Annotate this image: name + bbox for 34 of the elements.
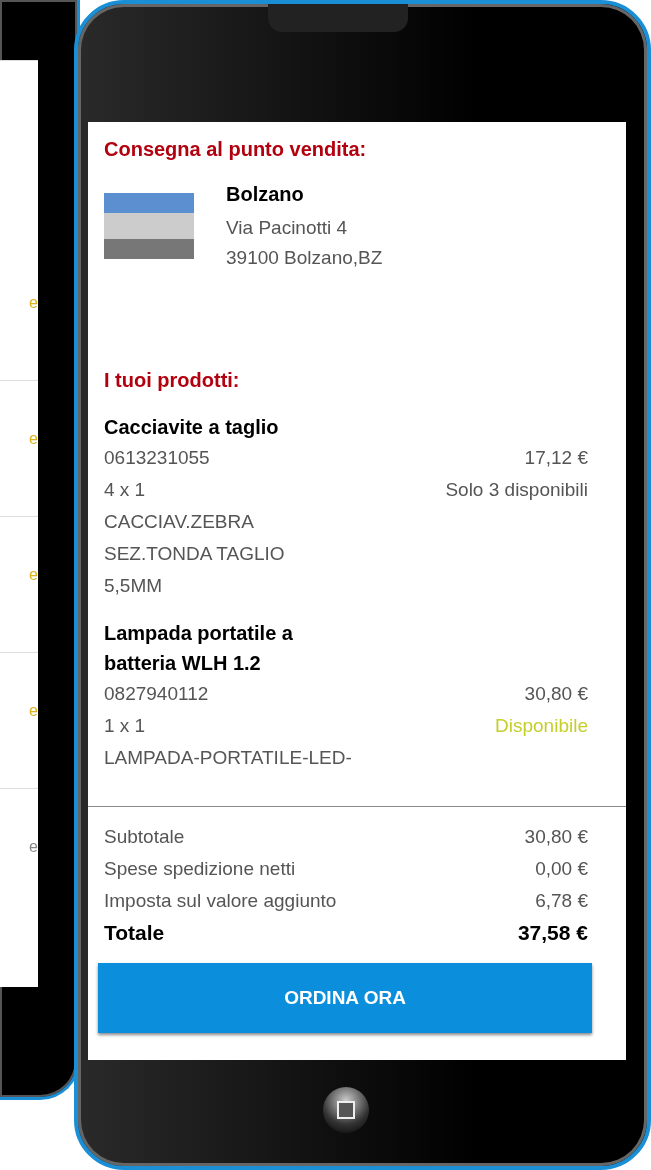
availability-text: Solo 3 disponibili xyxy=(445,478,588,502)
summary-label: Spese spedizione netti xyxy=(104,857,296,881)
product-price: 30,80 € xyxy=(524,682,588,706)
store-street: Via Pacinotti 4 xyxy=(226,216,349,240)
summary-value: 6,78 € xyxy=(535,889,588,913)
total-value: 37,58 € xyxy=(517,920,588,946)
product-price: 17,12 € xyxy=(524,446,588,470)
product-code: 0827940112 xyxy=(104,682,210,706)
order-button[interactable]: ORDINA ORA xyxy=(98,963,592,1033)
summary-value: 30,80 € xyxy=(524,825,588,849)
total-label: Totale xyxy=(104,920,165,946)
summary-label: Imposta sul valore aggiunto xyxy=(104,889,337,913)
section-heading: Consegna al punto vendita: xyxy=(104,138,368,161)
status-text: e xyxy=(29,565,38,584)
product-code: 0613231055 xyxy=(104,446,211,470)
product-description: 5,5MM xyxy=(104,574,164,598)
availability-text: Disponibile xyxy=(495,714,588,738)
summary-value: 0,00 € xyxy=(535,857,588,881)
product-name: Cacciavite a taglio xyxy=(104,415,280,440)
product-description: CACCIAV.ZEBRA xyxy=(104,510,255,534)
summary-label: Subtotale xyxy=(104,825,185,849)
product-name: Lampada portatile a batteria WLH 1.2 xyxy=(104,621,294,676)
store-city: 39100 Bolzano,BZ xyxy=(226,246,383,270)
status-text: e xyxy=(29,701,38,720)
section-heading: I tuoi prodotti: xyxy=(104,369,241,392)
store-name: Bolzano xyxy=(226,182,305,207)
product-description: LAMPADA-PORTATILE-LED- xyxy=(104,746,352,770)
status-text: e xyxy=(29,838,38,856)
product-quantity: 4 x 1 xyxy=(104,478,147,502)
product-description: SEZ.TONDA TAGLIO xyxy=(104,542,286,566)
status-text: e xyxy=(29,429,38,448)
product-quantity: 1 x 1 xyxy=(104,714,147,738)
home-button[interactable] xyxy=(323,1087,369,1133)
status-text: e xyxy=(29,293,38,312)
